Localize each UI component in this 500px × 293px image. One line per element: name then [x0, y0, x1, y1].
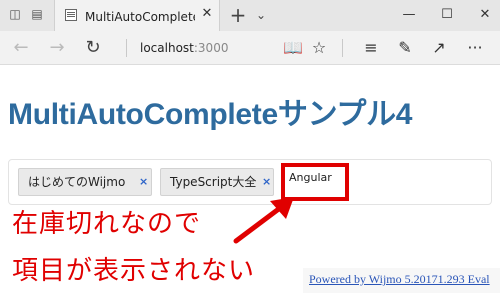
close-window-icon[interactable]: ✕ [476, 6, 494, 24]
token-label: TypeScript大全 [170, 175, 257, 189]
back-icon[interactable]: ← [10, 37, 32, 59]
annotation-arrow [233, 197, 294, 244]
web-note-icon[interactable]: ✎ [394, 37, 416, 59]
browser-nav-bar: ← → ↻ localhost:3000 📖 ☆ ≡ ✎ ↗ ··· [0, 31, 500, 65]
maximize-icon[interactable]: ☐ [438, 6, 456, 24]
divider [126, 39, 127, 57]
divider [342, 39, 343, 57]
refresh-icon[interactable]: ↻ [82, 37, 104, 59]
chevron-down-icon[interactable]: ⌄ [253, 6, 269, 24]
page-content: MultiAutoCompleteサンプル4 はじめてのWijmo × Type… [0, 65, 500, 293]
address-host: localhost [140, 41, 194, 55]
page-favicon-icon [65, 9, 77, 21]
close-tab-icon[interactable]: ✕ [199, 6, 215, 22]
tab-title: MultiAutoCompleteサン [85, 10, 195, 24]
token-label: はじめてのWijmo [28, 175, 126, 189]
address-bar[interactable]: localhost:3000 [140, 41, 228, 55]
browser-title-bar: ◫ ▤ MultiAutoCompleteサン ✕ + ⌄ — ☐ ✕ [0, 0, 500, 31]
forward-icon[interactable]: → [46, 37, 68, 59]
page-title: MultiAutoCompleteサンプル4 [8, 98, 413, 131]
annotation-line-2: 項目が表示されない [12, 256, 256, 286]
share-icon[interactable]: ↗ [428, 37, 450, 59]
annotation-line-1: 在庫切れなので [12, 209, 202, 239]
browser-tab[interactable]: MultiAutoCompleteサン ✕ [54, 0, 220, 31]
token-item: はじめてのWijmo × [18, 168, 152, 196]
more-icon[interactable]: ··· [464, 37, 486, 59]
remove-token-icon[interactable]: × [139, 169, 148, 195]
hub-icon[interactable]: ≡ [360, 37, 382, 59]
new-tab-icon[interactable]: + [228, 4, 248, 26]
set-aside-tabs-icon[interactable]: ▤ [30, 7, 44, 21]
tab-preview-icon[interactable]: ◫ [8, 7, 22, 21]
powered-by-link[interactable]: Powered by Wijmo 5.20171.293 Eval [309, 272, 490, 287]
address-port: :3000 [193, 41, 229, 55]
minimize-icon[interactable]: — [400, 6, 418, 24]
favorite-star-icon[interactable]: ☆ [308, 37, 330, 59]
reading-view-icon[interactable]: 📖 [282, 37, 304, 59]
